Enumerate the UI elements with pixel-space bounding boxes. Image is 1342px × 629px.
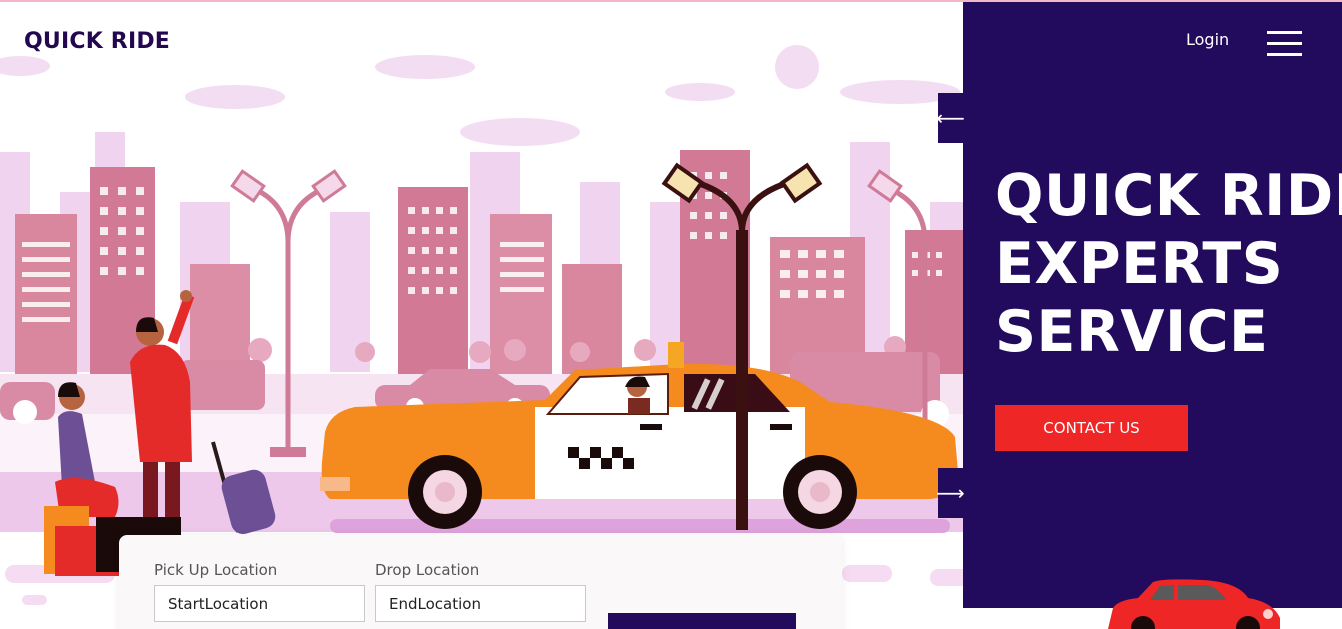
headline-line-3: SERVICE — [995, 299, 1269, 365]
contact-us-button[interactable]: CONTACT US — [995, 405, 1188, 451]
clouds — [0, 45, 960, 146]
drop-label: Drop Location — [375, 561, 480, 579]
red-car-illustration — [1108, 579, 1280, 629]
login-link[interactable]: Login — [1186, 30, 1229, 49]
pickup-label: Pick Up Location — [154, 561, 278, 579]
arrow-left-icon[interactable]: ⟵ — [936, 93, 965, 143]
hamburger-menu-icon[interactable] — [1267, 31, 1302, 57]
hero-headline: QUICK RIDE EXPERTS SERVICE — [995, 162, 1342, 366]
headline-line-2: EXPERTS — [995, 231, 1284, 297]
booking-card: Pick Up Location Drop Location — [119, 535, 842, 629]
pickup-location-input[interactable] — [154, 585, 365, 622]
drop-location-input[interactable] — [375, 585, 586, 622]
arrow-right-icon[interactable]: ⟶ — [936, 468, 965, 518]
headline-line-1: QUICK RIDE — [995, 163, 1342, 229]
brand-logo[interactable]: QUICK RIDE — [24, 29, 170, 54]
book-ride-button[interactable] — [608, 613, 796, 629]
